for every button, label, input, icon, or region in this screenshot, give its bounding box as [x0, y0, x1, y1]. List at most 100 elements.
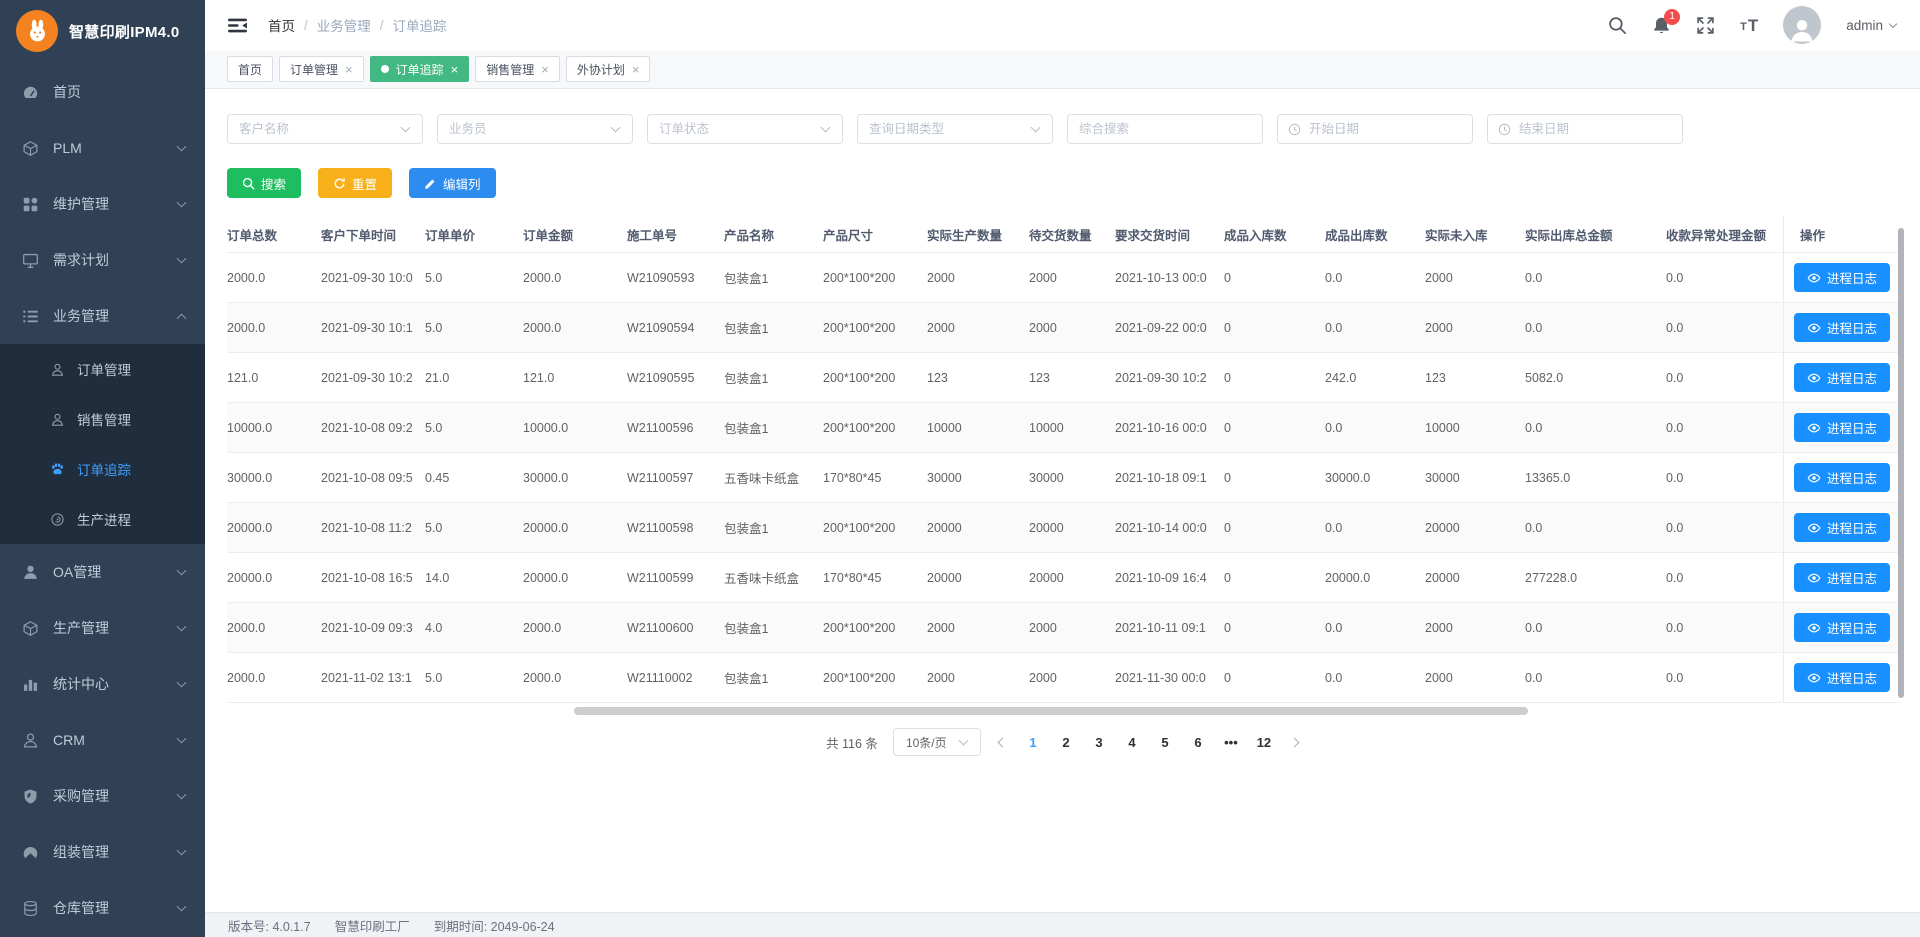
table-cell: 0.0	[1525, 521, 1666, 535]
page-size-value: 10条/页	[906, 734, 947, 751]
filter-select[interactable]	[857, 114, 1053, 144]
filter-input[interactable]	[438, 115, 632, 143]
close-icon[interactable]: ×	[345, 63, 353, 76]
page-button[interactable]: 6	[1189, 735, 1207, 750]
sidebar-item[interactable]: 采购管理	[0, 768, 205, 824]
filter-input[interactable]	[228, 115, 422, 143]
progress-log-button[interactable]: 进程日志	[1794, 263, 1890, 292]
search-icon	[242, 177, 255, 190]
chevron-down-icon	[177, 621, 187, 631]
table-cell: 200*100*200	[823, 371, 927, 385]
sidebar-item-label: 首页	[53, 82, 185, 102]
sidebar-item[interactable]: 业务管理	[0, 288, 205, 344]
filter-input[interactable]	[1068, 115, 1262, 143]
column-header: 操作	[1783, 216, 1900, 252]
column-header: 成品入库数	[1224, 225, 1325, 244]
sidebar-subitem[interactable]: 生产进程	[0, 494, 205, 544]
tab[interactable]: 首页	[227, 56, 273, 82]
font-size-icon[interactable]: TT	[1740, 17, 1758, 34]
reset-button[interactable]: 重置	[318, 168, 392, 198]
edit-columns-button[interactable]: 编辑列	[409, 168, 496, 198]
filter-input[interactable]	[1278, 115, 1472, 143]
sidebar-subitem-label: 订单管理	[77, 359, 131, 379]
eye-icon	[1807, 371, 1821, 385]
search-icon[interactable]	[1608, 16, 1627, 35]
fullscreen-icon[interactable]	[1696, 16, 1715, 35]
horizontal-scrollbar[interactable]	[574, 707, 1528, 715]
prev-page-button[interactable]	[996, 739, 1009, 746]
search-button[interactable]: 搜索	[227, 168, 301, 198]
progress-log-button[interactable]: 进程日志	[1794, 663, 1890, 692]
filter-select[interactable]	[647, 114, 843, 144]
tab[interactable]: 外协计划 ×	[566, 56, 651, 82]
tab[interactable]: 订单追踪×	[370, 56, 470, 82]
sidebar-subitem[interactable]: 订单管理	[0, 344, 205, 394]
sidebar-item[interactable]: 统计中心	[0, 656, 205, 712]
sidebar-item[interactable]: 生产管理	[0, 600, 205, 656]
table-cell: 5.0	[425, 521, 523, 535]
action-cell: 进程日志	[1783, 353, 1900, 402]
page-size-select[interactable]: 10条/页	[893, 728, 981, 756]
table-row: 20000.02021-10-08 16:514.020000.0W211005…	[227, 553, 1900, 603]
filter-input[interactable]	[648, 115, 842, 143]
sidebar-item[interactable]: 首页	[0, 64, 205, 120]
sidebar-subitem[interactable]: 销售管理	[0, 394, 205, 444]
progress-log-button[interactable]: 进程日志	[1794, 613, 1890, 642]
filter-text[interactable]	[1067, 114, 1263, 144]
sidebar-item[interactable]: CRM	[0, 712, 205, 768]
progress-log-button[interactable]: 进程日志	[1794, 513, 1890, 542]
page-button[interactable]: 5	[1156, 735, 1174, 750]
sidebar-subitem[interactable]: 订单追踪	[0, 444, 205, 494]
page-button[interactable]: 4	[1123, 735, 1141, 750]
sidebar-item[interactable]: 仓库管理	[0, 880, 205, 936]
filter-input[interactable]	[858, 115, 1052, 143]
tab-label: 外协计划	[577, 61, 625, 78]
vertical-scrollbar[interactable]	[1898, 228, 1904, 698]
breadcrumb-item[interactable]: 首页	[268, 15, 295, 35]
breadcrumb-item[interactable]: 业务管理	[317, 15, 371, 35]
sidebar-item[interactable]: 组装管理	[0, 824, 205, 880]
eye-icon	[1807, 271, 1821, 285]
progress-log-button[interactable]: 进程日志	[1794, 413, 1890, 442]
notifications-button[interactable]: 1	[1652, 16, 1671, 35]
footer: 版本号: 4.0.1.7 智慧印刷工厂 到期时间: 2049-06-24	[205, 912, 1920, 937]
filter-date[interactable]	[1277, 114, 1473, 144]
avatar[interactable]	[1783, 6, 1821, 44]
more-pages-button[interactable]: •••	[1222, 735, 1240, 750]
progress-log-button[interactable]: 进程日志	[1794, 363, 1890, 392]
sidebar-item[interactable]: 需求计划	[0, 232, 205, 288]
sidebar-item[interactable]: OA管理	[0, 544, 205, 600]
progress-log-button[interactable]: 进程日志	[1794, 563, 1890, 592]
sidebar-item[interactable]: 维护管理	[0, 176, 205, 232]
table-cell: 20000	[927, 521, 1029, 535]
hamburger-icon[interactable]	[227, 15, 248, 36]
filter-input[interactable]	[1488, 115, 1682, 143]
close-icon[interactable]: ×	[632, 63, 640, 76]
tab[interactable]: 订单管理×	[279, 56, 364, 82]
page-button[interactable]: 12	[1255, 735, 1273, 750]
table-cell: W21090595	[627, 371, 724, 385]
table-cell: 121.0	[227, 371, 321, 385]
table-cell: 0	[1224, 371, 1325, 385]
table-cell: 0	[1224, 571, 1325, 585]
filter-select[interactable]	[437, 114, 633, 144]
next-page-button[interactable]	[1288, 739, 1301, 746]
table-cell: W21100598	[627, 521, 724, 535]
action-cell: 进程日志	[1783, 603, 1900, 652]
user-badge-icon	[50, 362, 65, 377]
close-icon[interactable]: ×	[541, 63, 549, 76]
sidebar-item[interactable]: PLM	[0, 120, 205, 176]
monitor-icon	[22, 252, 39, 269]
filter-select[interactable]	[227, 114, 423, 144]
table-cell: 0	[1224, 271, 1325, 285]
progress-log-button[interactable]: 进程日志	[1794, 313, 1890, 342]
page-button[interactable]: 1	[1024, 735, 1042, 750]
progress-log-button[interactable]: 进程日志	[1794, 463, 1890, 492]
table-cell: 20000.0	[227, 521, 321, 535]
page-button[interactable]: 3	[1090, 735, 1108, 750]
user-menu[interactable]: admin	[1846, 18, 1896, 33]
filter-date[interactable]	[1487, 114, 1683, 144]
close-icon[interactable]: ×	[451, 63, 459, 76]
page-button[interactable]: 2	[1057, 735, 1075, 750]
tab[interactable]: 销售管理×	[475, 56, 560, 82]
